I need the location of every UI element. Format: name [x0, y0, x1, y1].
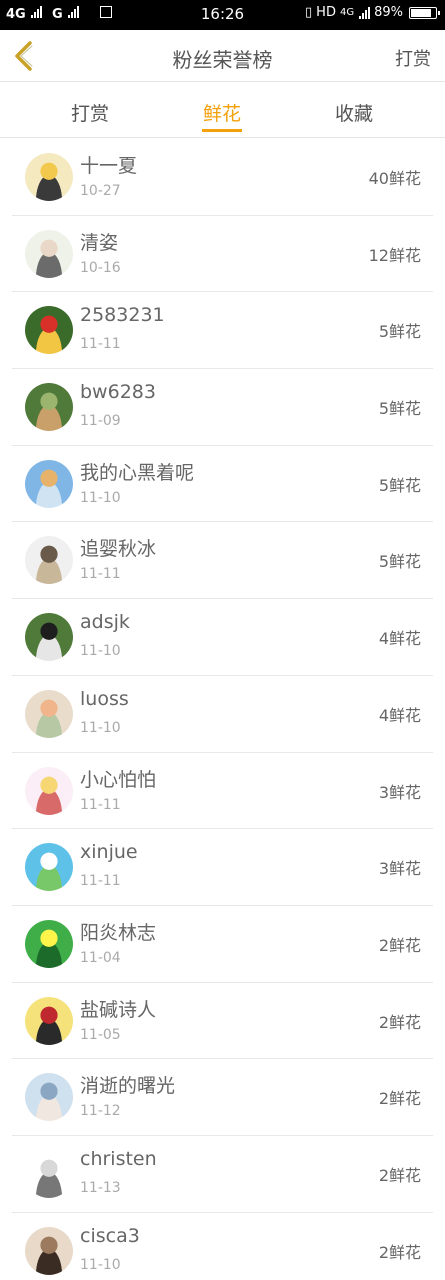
tip-button[interactable]: 打赏 [395, 45, 431, 71]
flower-count: 4鲜花 [378, 705, 421, 725]
fan-date: 11-10 [80, 643, 121, 660]
fan-date: 11-05 [80, 1026, 121, 1043]
list-item[interactable]: xinjue 11-11 3鲜花 [12, 829, 433, 906]
list-item[interactable]: 我的心黑着呢 11-10 5鲜花 [12, 446, 433, 523]
fan-date: 11-11 [80, 566, 121, 583]
list-item[interactable]: 追婴秋冰 11-11 5鲜花 [12, 522, 433, 600]
flower-count: 5鲜花 [378, 399, 421, 419]
list-item[interactable]: adsjk 11-10 4鲜花 [12, 599, 433, 676]
flower-count: 2鲜花 [378, 1012, 421, 1032]
flower-count: 4鲜花 [378, 629, 421, 649]
status-bar: 4G G 16:26 ▯ HD 4G 89% [0, 0, 445, 30]
avatar[interactable] [25, 306, 73, 355]
avatar[interactable] [25, 1226, 73, 1275]
signal-bars-icon [359, 6, 371, 19]
flower-count: 2鲜花 [378, 1089, 421, 1109]
list-item[interactable]: 2583231 11-11 5鲜花 [12, 292, 433, 370]
flower-count: 2鲜花 [378, 935, 421, 955]
fan-date: 11-11 [80, 336, 121, 353]
fan-name: 2583231 [80, 304, 165, 327]
fan-date: 10-16 [80, 259, 121, 276]
page-title: 粉丝荣誉榜 [172, 48, 273, 72]
list-item[interactable]: christen 11-13 2鲜花 [12, 1136, 433, 1213]
avatar[interactable] [25, 919, 73, 968]
fan-name: 阳炎林志 [80, 921, 157, 944]
list-item[interactable]: 盐碱诗人 11-05 2鲜花 [12, 983, 433, 1060]
fan-name: xinjue [80, 841, 138, 864]
hd-label: HD [316, 5, 336, 20]
fan-date: 11-12 [80, 1103, 121, 1120]
list-item[interactable]: 清姿 10-16 12鲜花 [12, 216, 433, 293]
battery-icon [409, 6, 440, 19]
header: 粉丝荣誉榜 打赏 [0, 30, 445, 82]
fan-name: adsjk [80, 611, 130, 634]
avatar[interactable] [25, 1149, 73, 1198]
fan-name: christen [80, 1147, 157, 1170]
flower-count: 5鲜花 [378, 475, 421, 495]
flower-count: 3鲜花 [378, 859, 421, 879]
fan-name: cisca3 [80, 1224, 140, 1247]
fan-name: 我的心黑着呢 [80, 461, 195, 484]
fan-date: 11-10 [80, 719, 121, 736]
fan-date: 11-11 [80, 796, 121, 813]
tab-tip[interactable]: 打赏 [71, 99, 109, 126]
fan-name: 清姿 [80, 231, 119, 254]
list-item[interactable]: cisca3 11-10 2鲜花 [12, 1213, 433, 1280]
fan-date: 11-11 [80, 873, 121, 890]
tab-bar: 打赏 鲜花 收藏 [0, 82, 445, 138]
fan-name: 小心怕怕 [80, 768, 157, 791]
list-item[interactable]: bw6283 11-09 5鲜花 [12, 369, 433, 446]
fan-name: luoss [80, 687, 129, 710]
avatar[interactable] [25, 459, 73, 508]
flower-count: 40鲜花 [368, 169, 421, 188]
fan-date: 11-04 [80, 949, 121, 966]
flower-count: 12鲜花 [368, 245, 421, 265]
fan-date: 11-09 [80, 413, 121, 430]
avatar[interactable] [25, 229, 73, 278]
avatar[interactable] [25, 843, 73, 892]
avatar[interactable] [25, 613, 73, 662]
net-type-label: 4G [339, 7, 355, 18]
avatar[interactable] [25, 766, 73, 815]
fan-date: 11-10 [80, 489, 121, 506]
avatar[interactable] [25, 536, 73, 585]
vibrate-icon: ▯ [305, 5, 313, 20]
list-item[interactable]: 阳炎林志 11-04 2鲜花 [12, 906, 433, 983]
flower-count: 3鲜花 [378, 782, 421, 802]
fan-date: 11-10 [80, 1256, 121, 1273]
avatar[interactable] [25, 1073, 73, 1122]
battery-percent: 89% [374, 5, 403, 20]
fan-name: 盐碱诗人 [80, 998, 157, 1021]
avatar[interactable] [25, 996, 73, 1045]
tab-flowers[interactable]: 鲜花 [203, 99, 241, 126]
tab-favorites[interactable]: 收藏 [335, 99, 373, 126]
fan-date: 11-13 [80, 1179, 121, 1196]
active-tab-indicator [202, 129, 242, 132]
list-item[interactable]: luoss 11-10 4鲜花 [12, 676, 433, 753]
list-item[interactable]: 消逝的曙光 11-12 2鲜花 [12, 1059, 433, 1136]
fan-name: 追婴秋冰 [80, 538, 157, 561]
list-item[interactable]: 十一夏 10-27 40鲜花 [12, 139, 433, 216]
fan-name: 消逝的曙光 [80, 1075, 176, 1098]
list-item[interactable]: 小心怕怕 11-11 3鲜花 [12, 753, 433, 830]
avatar[interactable] [25, 689, 73, 738]
flower-count: 2鲜花 [378, 1242, 421, 1262]
fan-name: 十一夏 [80, 155, 138, 177]
fan-name: bw6283 [80, 381, 156, 404]
avatar[interactable] [25, 153, 73, 201]
flower-count: 5鲜花 [378, 322, 421, 342]
status-right: ▯ HD 4G 89% [305, 5, 440, 20]
fan-list: 十一夏 10-27 40鲜花 清姿 10-16 12鲜花 2583231 11-11 5鲜花 bw… [12, 139, 433, 1280]
flower-count: 5鲜花 [378, 552, 421, 572]
flower-count: 2鲜花 [378, 1165, 421, 1185]
fan-date: 10-27 [80, 183, 121, 199]
avatar[interactable] [25, 383, 73, 432]
